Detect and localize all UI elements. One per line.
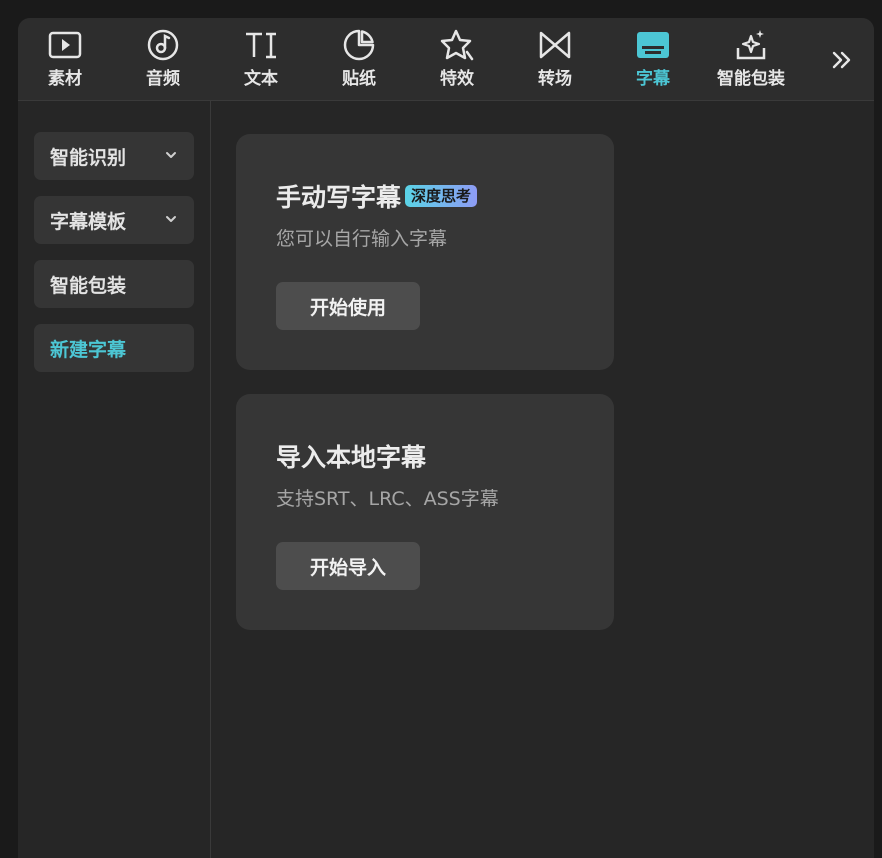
text-icon: [243, 28, 279, 62]
tab-effects-label: 特效: [440, 69, 474, 89]
sidebar-item-smart-recognition[interactable]: 智能识别: [34, 132, 194, 180]
top-toolbar: 素材 音频 文本 贴纸 特效 转场 字幕 智能包装: [18, 18, 874, 101]
tab-transition[interactable]: 转场: [510, 18, 600, 100]
tab-sticker[interactable]: 贴纸: [314, 18, 404, 100]
deep-thinking-badge: 深度思考: [405, 185, 478, 207]
tab-text-label: 文本: [244, 69, 278, 89]
import-subtitle-card: 导入本地字幕 支持SRT、LRC、ASS字幕 开始导入: [236, 394, 614, 630]
card-description: 支持SRT、LRC、ASS字幕: [276, 488, 499, 510]
card-title-row: 导入本地字幕: [276, 438, 426, 474]
tab-subtitle[interactable]: 字幕: [608, 18, 698, 100]
manual-subtitle-card: 手动写字幕 深度思考 您可以自行输入字幕 开始使用: [236, 134, 614, 370]
tab-sticker-label: 贴纸: [342, 69, 376, 89]
tab-media[interactable]: 素材: [20, 18, 110, 100]
sidebar-item-label: 字幕模板: [50, 210, 127, 233]
card-title-row: 手动写字幕 深度思考: [276, 178, 478, 214]
transition-icon: [537, 28, 573, 62]
sidebar-item-new-subtitle[interactable]: 新建字幕: [34, 324, 194, 372]
sidebar-item-label: 新建字幕: [50, 338, 127, 361]
double-chevron-right-icon: [832, 51, 851, 69]
chevron-down-icon: [166, 216, 176, 222]
start-using-button[interactable]: 开始使用: [276, 282, 420, 330]
start-import-button[interactable]: 开始导入: [276, 542, 420, 590]
card-title: 手动写字幕: [276, 183, 402, 212]
effects-icon: [439, 28, 475, 62]
audio-icon: [145, 28, 181, 62]
subtitle-panel: 素材 音频 文本 贴纸 特效 转场 字幕 智能包装 智能识别 字幕模板 智能包装…: [18, 18, 874, 858]
tab-text[interactable]: 文本: [216, 18, 306, 100]
smart-package-icon: [733, 28, 769, 62]
sticker-icon: [341, 28, 377, 62]
tab-smart-package[interactable]: 智能包装: [706, 18, 796, 100]
sidebar-item-smart-package[interactable]: 智能包装: [34, 260, 194, 308]
tab-media-label: 素材: [48, 69, 82, 89]
tab-smart-package-label: 智能包装: [717, 69, 785, 89]
sidebar-item-label: 智能包装: [50, 274, 127, 297]
sidebar-item-label: 智能识别: [50, 146, 127, 169]
chevron-down-icon: [166, 152, 176, 158]
more-tabs-button[interactable]: [826, 46, 858, 74]
card-description: 您可以自行输入字幕: [276, 228, 448, 250]
subtitle-icon: [635, 28, 671, 62]
sidebar-item-subtitle-templates[interactable]: 字幕模板: [34, 196, 194, 244]
tab-subtitle-label: 字幕: [636, 69, 670, 89]
sidebar: 智能识别 字幕模板 智能包装 新建字幕: [18, 101, 211, 858]
card-title: 导入本地字幕: [276, 443, 427, 472]
tab-effects[interactable]: 特效: [412, 18, 502, 100]
tab-audio-label: 音频: [146, 69, 180, 89]
media-icon: [47, 28, 83, 62]
tab-transition-label: 转场: [538, 69, 572, 89]
tab-audio[interactable]: 音频: [118, 18, 208, 100]
